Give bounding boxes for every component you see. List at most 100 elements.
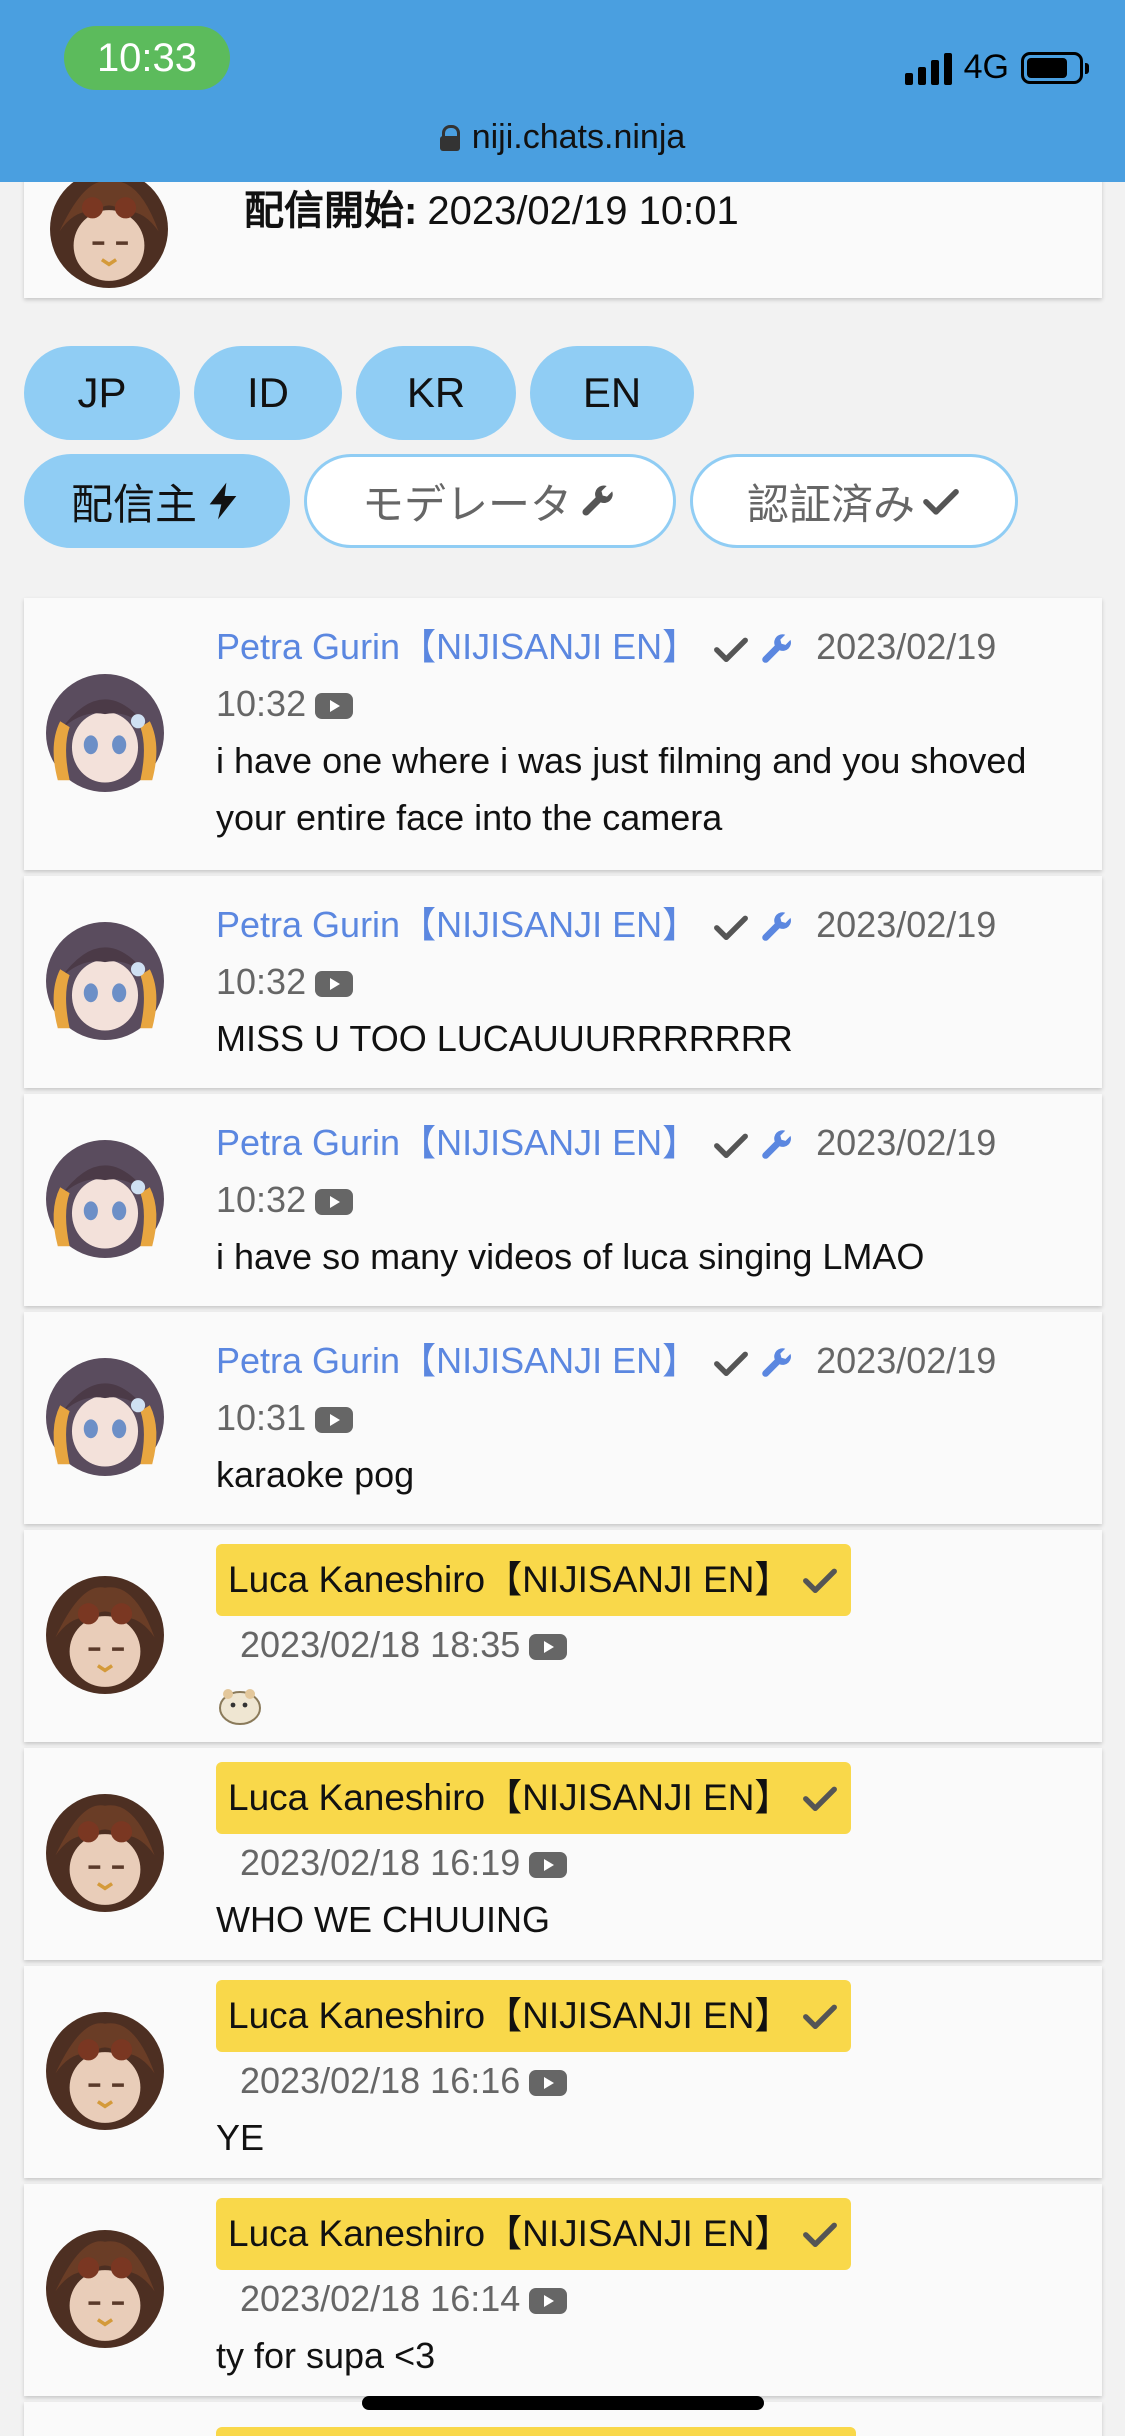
avatar[interactable]: [46, 2230, 164, 2348]
author-name-highlighted[interactable]: Luca Kaneshiro【NIJISANJI EN】: [216, 1544, 852, 1616]
chat-message: Petra Gurin【NIJISANJI EN】 2023/02/19 10:…: [24, 598, 1102, 870]
chat-message: Luca Kaneshiro【NIJISANJI EN】 2023/02/18 …: [24, 1530, 1102, 1742]
chat-message: Luca Kaneshiro【NIJISANJI EN】 2023/02/18 …: [24, 1966, 1102, 2178]
filter-streamer-label: 配信主: [70, 480, 197, 528]
filter-moderator-label: モデレータ: [361, 480, 572, 528]
message-time: 10:32: [216, 1179, 307, 1220]
wrench-icon: [758, 908, 796, 946]
message-timestamp: 2023/02/18 16:19: [240, 1842, 521, 1883]
author-name[interactable]: Petra Gurin【NIJISANJI EN】: [216, 1340, 698, 1381]
filter-moderator-button[interactable]: モデレータ: [304, 454, 676, 548]
browser-status-bar: 10:33 4G niji.chats.ninja: [0, 0, 1125, 182]
author-name: Luca Kaneshiro【NIJISANJI EN】: [228, 1559, 792, 1600]
check-icon: [712, 630, 750, 668]
signal-icon: [904, 51, 952, 85]
avatar[interactable]: [46, 674, 164, 792]
check-icon: [712, 1344, 750, 1382]
message-time: 10:32: [216, 683, 307, 724]
lock-icon: [439, 124, 460, 151]
message-date: 2023/02/19: [816, 1122, 997, 1163]
filter-en-button[interactable]: EN: [530, 346, 694, 440]
avatar[interactable]: [46, 1358, 164, 1476]
filter-bar: JP ID KR EN 配信主 モデレータ 認証済み: [24, 346, 1104, 562]
message-timestamp: 2023/02/18 18:35: [240, 1624, 521, 1665]
role-filters: 配信主 モデレータ 認証済み: [24, 454, 1104, 548]
home-indicator[interactable]: [362, 2396, 764, 2410]
chat-message: Luca Kaneshiro【NIJISANJI EN】 2023/02/18 …: [24, 1748, 1102, 1960]
filter-streamer-button[interactable]: 配信主: [24, 454, 290, 548]
wrench-icon: [578, 481, 618, 521]
status-indicators: 4G: [904, 48, 1089, 87]
youtube-icon[interactable]: [314, 1405, 354, 1435]
check-icon: [801, 1997, 839, 2035]
network-type: 4G: [963, 48, 1009, 86]
avatar[interactable]: [46, 1576, 164, 1694]
avatar[interactable]: [46, 1140, 164, 1258]
youtube-icon[interactable]: [528, 2286, 568, 2316]
status-time: 10:33: [64, 26, 230, 90]
author-name-highlighted[interactable]: [216, 2427, 856, 2436]
filter-verified-button[interactable]: 認証済み: [690, 454, 1018, 548]
hamster-emote-icon: [219, 1689, 261, 1726]
avatar[interactable]: [46, 922, 164, 1040]
chat-message: Luca Kaneshiro【NIJISANJI EN】 2023/02/18 …: [24, 2184, 1102, 2396]
check-icon: [921, 481, 961, 521]
youtube-icon[interactable]: [314, 1187, 354, 1217]
check-icon: [801, 2215, 839, 2253]
message-date: 2023/02/19: [816, 626, 997, 667]
message-text: WHO WE CHUUING: [216, 1899, 550, 1940]
language-filters: JP ID KR EN: [24, 346, 1104, 440]
chat-list: Petra Gurin【NIJISANJI EN】 2023/02/19 10:…: [24, 598, 1102, 2436]
author-name: Luca Kaneshiro【NIJISANJI EN】: [228, 2213, 792, 2254]
youtube-icon[interactable]: [314, 969, 354, 999]
message-text: MISS U TOO LUCAUUURRRRRRR: [216, 1018, 793, 1059]
author-name: Luca Kaneshiro【NIJISANJI EN】: [228, 1777, 792, 1818]
youtube-icon[interactable]: [528, 1632, 568, 1662]
message-content: [216, 1673, 1078, 1730]
check-icon: [712, 1126, 750, 1164]
check-icon: [801, 1561, 839, 1599]
message-text: YE: [216, 2117, 265, 2158]
message-text: ty for supa <3: [216, 2335, 436, 2376]
avatar[interactable]: [46, 1794, 164, 1912]
youtube-icon[interactable]: [528, 1850, 568, 1880]
battery-icon: [1021, 51, 1089, 84]
filter-jp-button[interactable]: JP: [24, 346, 180, 440]
message-time: 10:31: [216, 1397, 307, 1438]
wrench-icon: [758, 1344, 796, 1382]
message-date: 2023/02/19: [816, 1340, 997, 1381]
youtube-icon[interactable]: [528, 2068, 568, 2098]
wrench-icon: [758, 630, 796, 668]
message-text: i have so many videos of luca singing LM…: [216, 1236, 925, 1277]
author-name-highlighted[interactable]: Luca Kaneshiro【NIJISANJI EN】: [216, 2198, 852, 2270]
url-text: niji.chats.ninja: [471, 118, 686, 156]
address-bar[interactable]: niji.chats.ninja: [0, 118, 1125, 157]
chat-message: Petra Gurin【NIJISANJI EN】 2023/02/19 10:…: [24, 876, 1102, 1088]
message-text: i have one where i was just filming and …: [216, 740, 1027, 838]
message-timestamp: 2023/02/18 16:16: [240, 2060, 521, 2101]
author-name[interactable]: Petra Gurin【NIJISANJI EN】: [216, 626, 698, 667]
youtube-icon[interactable]: [314, 691, 354, 721]
message-time: 10:32: [216, 961, 307, 1002]
stream-start: 配信開始: 2023/02/19 10:01: [244, 178, 739, 236]
author-name-highlighted[interactable]: Luca Kaneshiro【NIJISANJI EN】: [216, 1762, 852, 1834]
chat-message: Petra Gurin【NIJISANJI EN】 2023/02/19 10:…: [24, 1094, 1102, 1306]
check-icon: [801, 1779, 839, 1817]
chat-message: Petra Gurin【NIJISANJI EN】 2023/02/19 10:…: [24, 1312, 1102, 1524]
filter-kr-button[interactable]: KR: [356, 346, 516, 440]
avatar[interactable]: [46, 2012, 164, 2130]
message-timestamp: 2023/02/18 16:14: [240, 2278, 521, 2319]
channel-avatar[interactable]: [50, 170, 168, 288]
author-name[interactable]: Petra Gurin【NIJISANJI EN】: [216, 1122, 698, 1163]
message-date: 2023/02/19: [816, 904, 997, 945]
filter-id-button[interactable]: ID: [194, 346, 342, 440]
wrench-icon: [758, 1126, 796, 1164]
author-name[interactable]: Petra Gurin【NIJISANJI EN】: [216, 904, 698, 945]
author-name-highlighted[interactable]: Luca Kaneshiro【NIJISANJI EN】: [216, 1980, 852, 2052]
check-icon: [712, 908, 750, 946]
stream-start-time: 2023/02/19 10:01: [427, 189, 739, 233]
filter-verified-label: 認証済み: [746, 480, 915, 528]
lightning-icon: [203, 481, 243, 521]
author-name: Luca Kaneshiro【NIJISANJI EN】: [228, 1995, 792, 2036]
stream-start-label: 配信開始:: [244, 189, 418, 233]
